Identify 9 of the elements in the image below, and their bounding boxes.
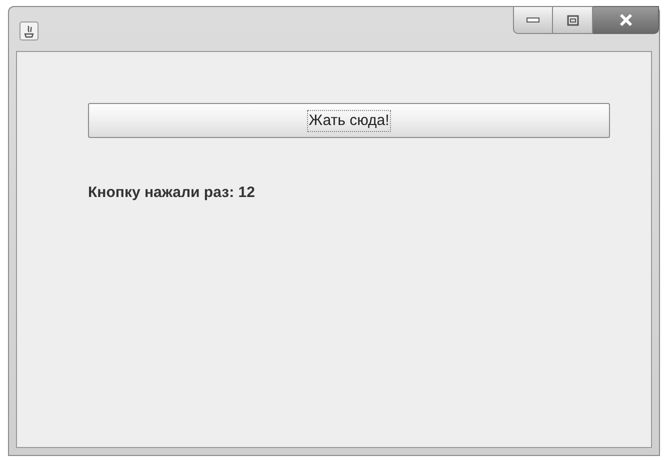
minimize-button[interactable] (513, 6, 553, 34)
minimize-icon (526, 17, 540, 23)
maximize-button[interactable] (553, 6, 593, 34)
maximize-icon (566, 14, 578, 26)
close-icon (618, 14, 632, 26)
click-button[interactable]: Жать сюда! (88, 103, 610, 138)
close-button[interactable] (593, 6, 659, 34)
app-icon (19, 21, 39, 41)
click-count-label: Кнопку нажали раз: 12 (88, 183, 255, 203)
